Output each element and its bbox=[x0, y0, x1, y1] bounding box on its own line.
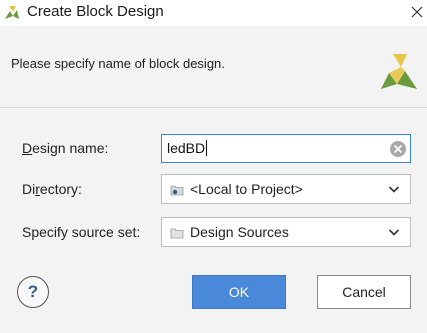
chevron-down-icon[interactable] bbox=[388, 185, 400, 194]
folder-icon bbox=[170, 228, 184, 239]
cancel-button[interactable]: Cancel bbox=[317, 275, 411, 309]
help-button[interactable]: ? bbox=[17, 276, 49, 308]
source-set-dropdown[interactable]: Design Sources bbox=[161, 217, 411, 247]
design-name-value: ledBD bbox=[167, 140, 206, 156]
project-folder-icon bbox=[170, 185, 184, 196]
chevron-down-icon[interactable] bbox=[388, 228, 400, 237]
source-set-label: Specify source set: bbox=[22, 224, 141, 240]
directory-label: Directory: bbox=[22, 181, 82, 197]
text-caret bbox=[206, 140, 208, 156]
directory-value: <Local to Project> bbox=[190, 181, 303, 197]
window-title: Create Block Design bbox=[27, 3, 164, 20]
vivado-logo-icon bbox=[381, 54, 417, 89]
design-name-input[interactable]: ledBD bbox=[161, 134, 411, 163]
title-bar: Create Block Design bbox=[0, 0, 427, 26]
source-set-value: Design Sources bbox=[190, 224, 289, 240]
clear-icon[interactable] bbox=[389, 140, 407, 158]
directory-dropdown[interactable]: <Local to Project> bbox=[161, 174, 411, 204]
instruction-text: Please specify name of block design. bbox=[11, 56, 225, 71]
ok-button[interactable]: OK bbox=[192, 275, 286, 309]
close-icon[interactable] bbox=[409, 3, 425, 21]
design-name-label: Design name: bbox=[22, 140, 109, 156]
dialog-header: Please specify name of block design. bbox=[0, 26, 427, 108]
vivado-logo-icon bbox=[5, 6, 19, 19]
